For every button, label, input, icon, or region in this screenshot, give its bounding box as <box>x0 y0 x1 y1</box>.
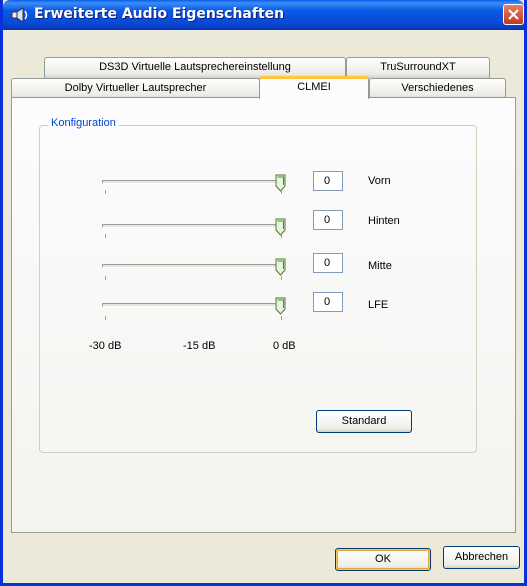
tab-label: Dolby Virtueller Lautsprecher <box>64 82 207 94</box>
value-field-hinten[interactable]: 0 <box>313 210 343 230</box>
slider-thumb[interactable] <box>275 297 286 315</box>
tick-mark <box>281 276 282 280</box>
channel-label-hinten: Hinten <box>368 215 400 227</box>
tick-mark <box>281 190 282 194</box>
channel-label-lfe: LFE <box>368 299 389 311</box>
slider-thumb[interactable] <box>275 258 286 276</box>
tab-label: Verschiedenes <box>401 82 474 94</box>
tick-mark <box>281 234 282 238</box>
window-title: Erweiterte Audio Eigenschaften <box>34 6 285 22</box>
tick-mark <box>281 316 282 320</box>
speaker-icon <box>11 7 28 23</box>
slider-track[interactable] <box>102 303 286 307</box>
tick-mark <box>105 234 106 238</box>
value-field-lfe[interactable]: 0 <box>313 292 343 312</box>
tick-mark <box>105 276 106 280</box>
value-field-mitte[interactable]: 0 <box>313 253 343 273</box>
tab-verschiedenes[interactable]: Verschiedenes <box>369 78 506 99</box>
tick-mark <box>105 316 106 320</box>
close-button[interactable] <box>503 4 524 25</box>
tab-label: DS3D Virtuelle Lautsprechereinstellung <box>99 61 291 73</box>
cancel-button[interactable]: Abbrechen <box>443 546 520 569</box>
standard-button[interactable]: Standard <box>316 410 412 433</box>
tab-clmei[interactable]: CLMEI <box>259 76 369 99</box>
config-groupbox <box>39 125 477 453</box>
scale-label-max: 0 dB <box>273 340 296 352</box>
ok-button[interactable]: OK <box>335 548 431 571</box>
tab-dolby[interactable]: Dolby Virtueller Lautsprecher <box>11 78 260 99</box>
tab-label: CLMEI <box>297 81 331 93</box>
tab-label: TruSurroundXT <box>380 61 456 73</box>
value-field-vorn[interactable]: 0 <box>313 171 343 191</box>
tab-ds3d[interactable]: DS3D Virtuelle Lautsprechereinstellung <box>44 57 346 78</box>
scale-label-mid: -15 dB <box>183 340 216 352</box>
tick-mark <box>105 190 106 194</box>
title-bar[interactable]: Erweiterte Audio Eigenschaften <box>3 0 524 30</box>
channel-label-mitte: Mitte <box>368 260 392 272</box>
scale-label-min: -30 dB <box>89 340 122 352</box>
slider-track[interactable] <box>102 264 286 268</box>
slider-track[interactable] <box>102 180 286 184</box>
close-icon <box>508 9 519 20</box>
tab-trusurroundxt[interactable]: TruSurroundXT <box>346 57 490 78</box>
group-label: Konfiguration <box>48 117 119 129</box>
channel-label-vorn: Vorn <box>368 175 391 187</box>
slider-track[interactable] <box>102 224 286 228</box>
